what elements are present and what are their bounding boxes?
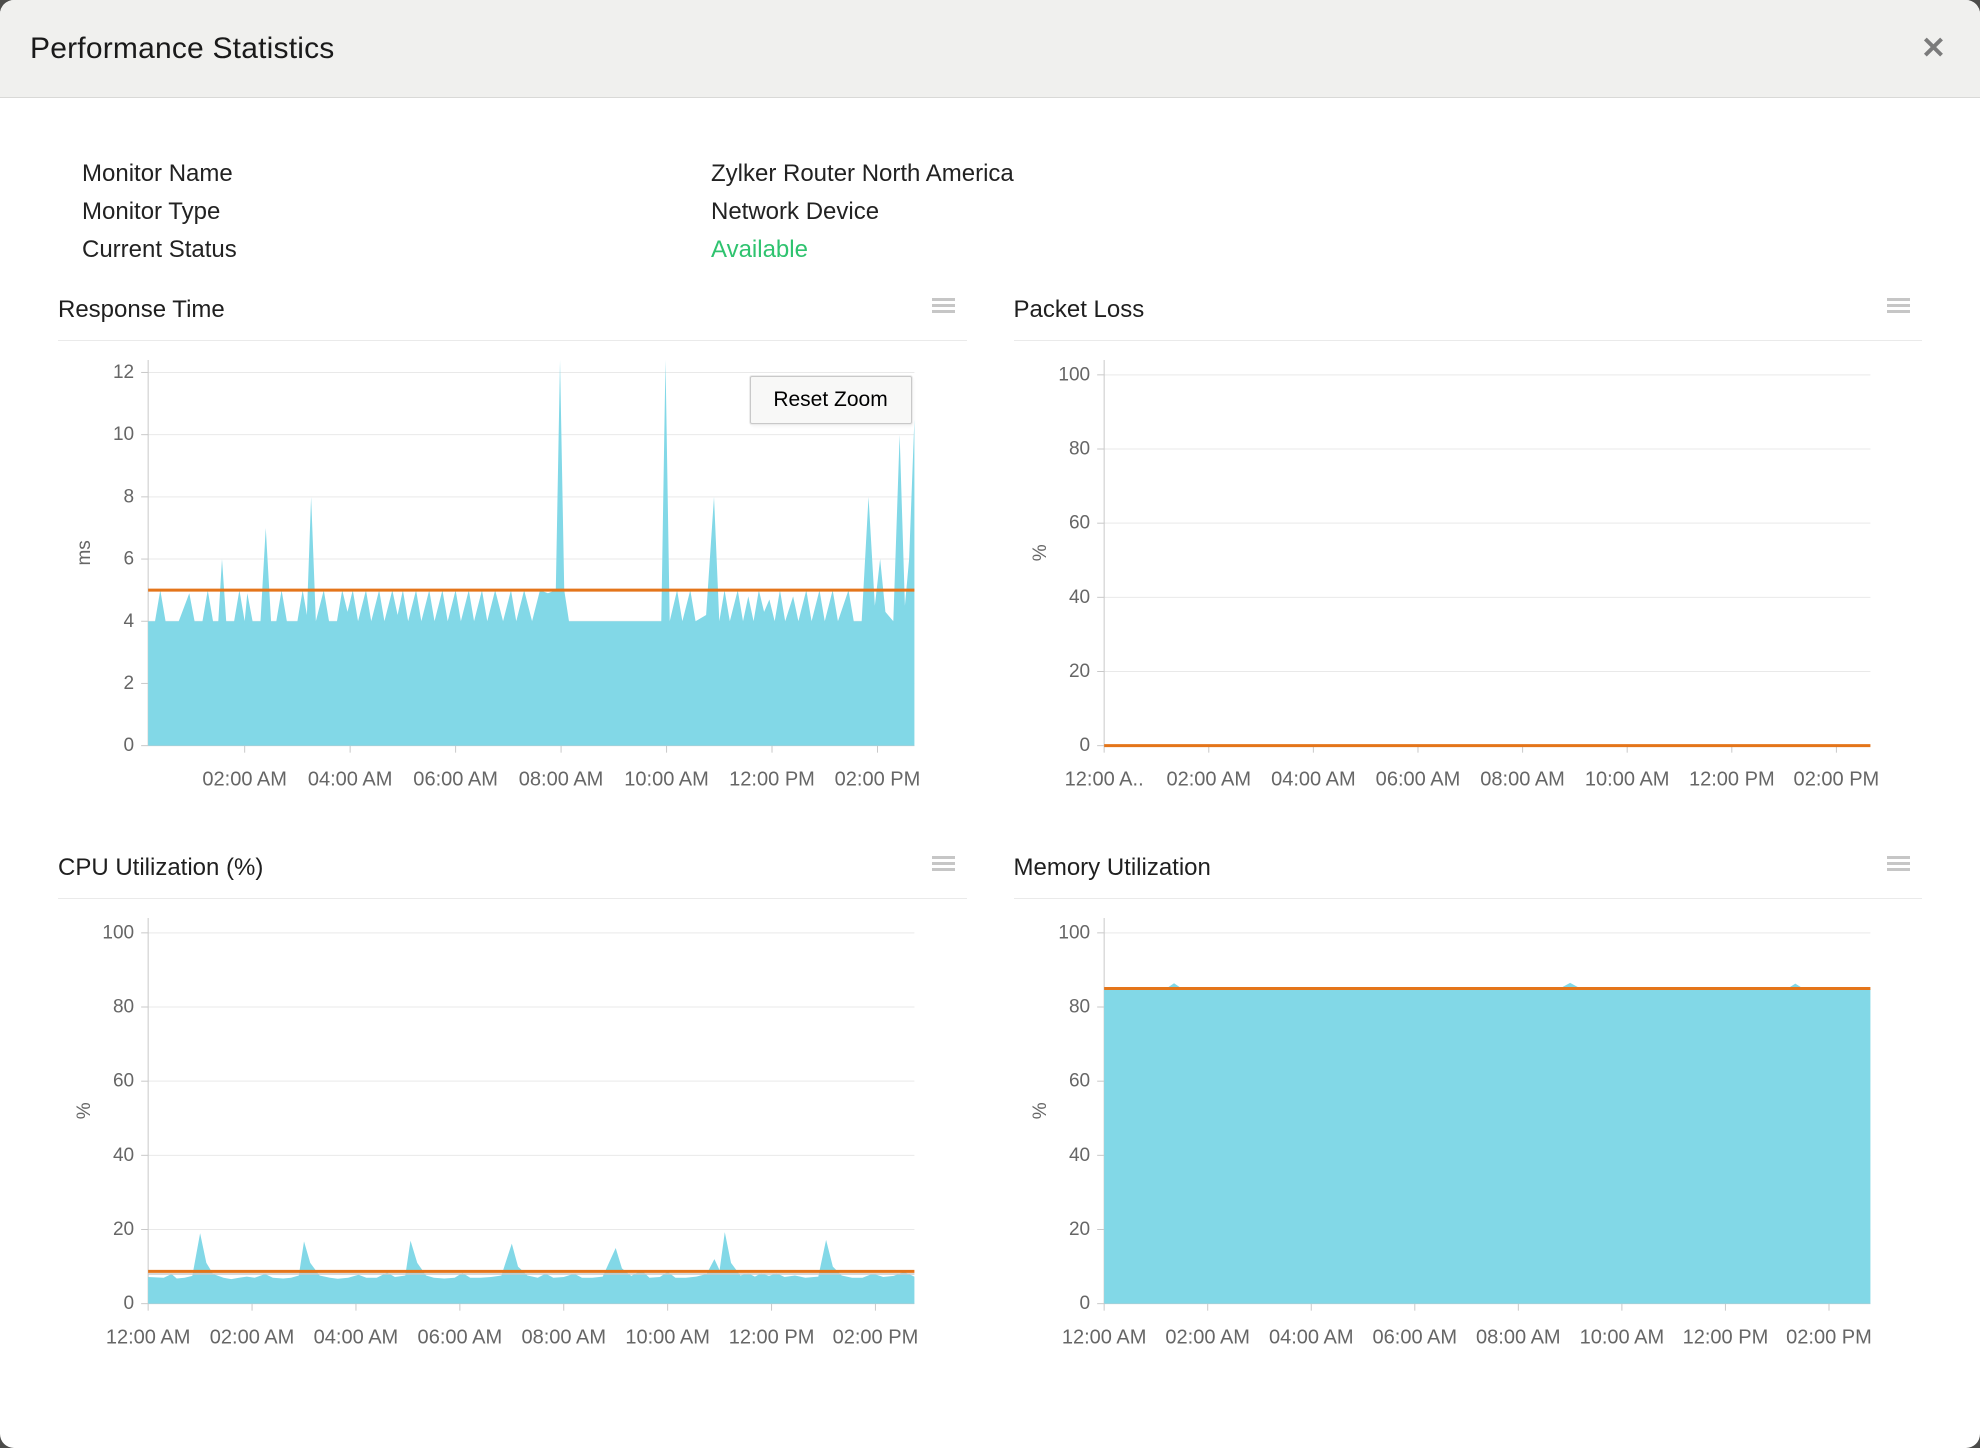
svg-text:02:00 PM: 02:00 PM: [1793, 769, 1879, 791]
svg-text:100: 100: [102, 922, 134, 943]
chart-header: Memory Utilization: [1013, 853, 1922, 899]
svg-text:06:00 AM: 06:00 AM: [1372, 1326, 1457, 1348]
svg-text:04:00 AM: 04:00 AM: [308, 769, 393, 791]
reset-zoom-button[interactable]: Reset Zoom: [749, 376, 912, 424]
chart-header: Packet Loss: [1013, 296, 1922, 341]
hamburger-menu-icon[interactable]: [1887, 855, 1910, 874]
packet-loss-card: Packet Loss 0 20 40 60 80 100 12:00 A.. 02:00 A…: [1013, 296, 1923, 816]
svg-text:0: 0: [124, 735, 135, 756]
chart-title-memory-utilization: Memory Utilization: [1013, 853, 1211, 881]
svg-text:02:00 AM: 02:00 AM: [1165, 1326, 1250, 1348]
chart-title-cpu-utilization: CPU Utilization (%): [58, 853, 264, 881]
svg-text:20: 20: [1068, 1219, 1089, 1240]
svg-text:02:00 PM: 02:00 PM: [835, 769, 921, 791]
svg-text:20: 20: [1068, 661, 1089, 682]
svg-text:02:00 AM: 02:00 AM: [210, 1326, 295, 1348]
svg-text:10:00 AM: 10:00 AM: [1579, 1326, 1664, 1348]
current-status-value: Available: [711, 236, 808, 263]
hamburger-menu-icon[interactable]: [931, 298, 955, 316]
svg-text:40: 40: [113, 1145, 134, 1166]
cpu-utilization-chart[interactable]: 0 20 40 60 80 100 12:00 AM 02:00 AM 04:00 AM 06:0…: [58, 903, 967, 1374]
svg-text:80: 80: [1068, 996, 1089, 1017]
svg-text:20: 20: [113, 1219, 134, 1240]
chart-area: 0 20 40 60 80 100 12:00 AM 02:00 AM 04:00 AM 06:0…: [58, 903, 967, 1374]
svg-text:4: 4: [124, 611, 135, 632]
svg-text:0: 0: [1079, 735, 1090, 756]
svg-text:12:00 AM: 12:00 AM: [106, 1326, 191, 1348]
svg-text:08:00 AM: 08:00 AM: [1480, 769, 1565, 791]
svg-text:8: 8: [124, 486, 135, 507]
svg-text:06:00 AM: 06:00 AM: [418, 1326, 503, 1348]
memory-utilization-chart[interactable]: 0 20 40 60 80 100 12:00 AM 02:00 AM 04:00 AM 06:0…: [1014, 903, 1923, 1374]
chart-area: 0 20 40 60 80 100 12:00 AM 02:00 AM 04:00 AM 06:0…: [1014, 903, 1923, 1374]
svg-text:%: %: [1030, 544, 1051, 561]
svg-text:0: 0: [124, 1293, 135, 1314]
hamburger-menu-icon[interactable]: [1887, 298, 1910, 316]
svg-text:100: 100: [1058, 364, 1090, 385]
svg-text:08:00 AM: 08:00 AM: [521, 1326, 606, 1348]
memory-utilization-card: Memory Utilization 0 20 40 60 80 100 12:00 AM 0…: [1013, 853, 1923, 1374]
monitor-name-label: Monitor Name: [82, 160, 233, 187]
svg-text:%: %: [74, 1102, 95, 1119]
svg-text:60: 60: [1068, 1070, 1089, 1091]
performance-statistics-dialog: Performance Statistics ✕ Monitor Name Zy…: [0, 0, 1980, 1448]
svg-text:12:00 PM: 12:00 PM: [729, 769, 815, 791]
chart-title-response-time: Response Time: [58, 296, 225, 323]
svg-text:60: 60: [113, 1070, 134, 1091]
response-time-card: Response Time 0 2 4 6 8 10 12 02:00 AM 04:00 AM 0…: [58, 296, 967, 816]
svg-text:60: 60: [1068, 513, 1089, 534]
svg-text:04:00 AM: 04:00 AM: [1268, 1326, 1353, 1348]
svg-text:40: 40: [1068, 1145, 1089, 1166]
svg-text:80: 80: [1068, 439, 1089, 460]
svg-text:0: 0: [1079, 1293, 1090, 1314]
svg-text:10:00 AM: 10:00 AM: [1584, 769, 1669, 791]
svg-text:10: 10: [113, 424, 134, 445]
hamburger-menu-icon[interactable]: [931, 855, 955, 874]
svg-text:06:00 AM: 06:00 AM: [1375, 769, 1460, 791]
dialog-title: Performance Statistics: [30, 31, 335, 65]
svg-text:06:00 AM: 06:00 AM: [413, 769, 498, 791]
svg-text:04:00 AM: 04:00 AM: [1271, 769, 1356, 791]
svg-text:02:00 AM: 02:00 AM: [1166, 769, 1251, 791]
svg-text:%: %: [1030, 1102, 1051, 1119]
svg-text:02:00 PM: 02:00 PM: [833, 1326, 919, 1348]
packet-loss-chart[interactable]: 0 20 40 60 80 100 12:00 A.. 02:00 AM 04:00 AM 06:…: [1014, 345, 1923, 816]
monitor-name-value: Zylker Router North America: [711, 160, 1014, 187]
charts-grid: Response Time 0 2 4 6 8 10 12 02:00 AM 04:00 AM 0…: [58, 296, 1922, 1374]
svg-text:10:00 AM: 10:00 AM: [624, 769, 709, 791]
svg-text:02:00 PM: 02:00 PM: [1786, 1326, 1872, 1348]
svg-text:12:00 PM: 12:00 PM: [1682, 1326, 1768, 1348]
close-icon[interactable]: ✕: [1921, 33, 1946, 64]
cpu-utilization-card: CPU Utilization (%) 0 20 40 60 80 100 12:00 AM…: [58, 854, 967, 1374]
svg-text:ms: ms: [74, 540, 95, 565]
svg-text:12:00 A..: 12:00 A..: [1064, 769, 1143, 791]
chart-area: 0 20 40 60 80 100 12:00 A.. 02:00 AM 04:00 AM 06:…: [1014, 345, 1923, 816]
chart-header: Response Time: [58, 296, 967, 341]
svg-text:04:00 AM: 04:00 AM: [314, 1326, 399, 1348]
svg-text:12: 12: [113, 362, 134, 383]
dialog-header: Performance Statistics ✕: [0, 0, 1980, 98]
svg-text:08:00 AM: 08:00 AM: [519, 769, 604, 791]
svg-text:10:00 AM: 10:00 AM: [625, 1326, 710, 1348]
monitor-type-value: Network Device: [711, 198, 880, 225]
monitor-info: Monitor Name Zylker Router North America…: [82, 160, 1980, 264]
chart-header: CPU Utilization (%): [58, 854, 967, 899]
svg-text:40: 40: [1068, 587, 1089, 608]
svg-text:6: 6: [124, 549, 135, 570]
svg-text:02:00 AM: 02:00 AM: [202, 769, 287, 791]
svg-text:2: 2: [124, 673, 135, 694]
monitor-type-label: Monitor Type: [82, 198, 221, 225]
svg-text:12:00 PM: 12:00 PM: [1688, 769, 1774, 791]
chart-title-packet-loss: Packet Loss: [1013, 296, 1145, 323]
current-status-label: Current Status: [82, 236, 237, 263]
svg-text:12:00 PM: 12:00 PM: [729, 1326, 815, 1348]
svg-text:80: 80: [113, 996, 134, 1017]
svg-text:08:00 AM: 08:00 AM: [1476, 1326, 1561, 1348]
svg-text:100: 100: [1058, 922, 1090, 943]
svg-text:12:00 AM: 12:00 AM: [1061, 1326, 1146, 1348]
